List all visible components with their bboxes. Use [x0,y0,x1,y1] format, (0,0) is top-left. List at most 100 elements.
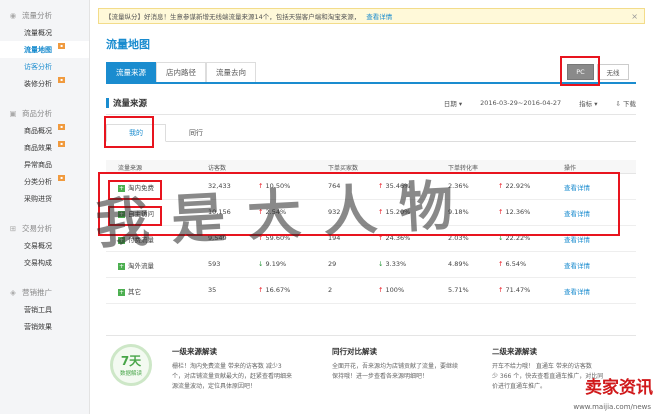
sidebar-item[interactable]: 交易概况 [0,237,89,254]
new-badge-icon: ▪ [58,124,65,130]
sidebar-item[interactable]: 流量地图 ▪ [0,41,89,58]
rate-change: 6.54% [505,260,527,268]
table-row: + 淘外流量 593 ↓ 9.19% 29 ↓ 3.33% 4.89% ↑ 6.54% 查看详情 [106,252,636,278]
sidebar-item[interactable]: 营销效果 [0,318,89,335]
rate-value: 4.89% [448,260,469,268]
insight-secondary-line: 开车不给力哦！ 直通车 带来的访客数 [492,363,592,370]
tab-store-path[interactable]: 店内路径 [156,62,206,82]
sidebar-item-label: 异常商品 [24,160,52,169]
sub-tabs: 我的 同行 [106,124,636,142]
sidebar-group-title: ◉ 流量分析 [0,6,89,24]
new-badge-icon: ▪ [58,141,65,147]
sidebar-group-title: ⊞ 交易分析 [0,219,89,237]
subtab-peers[interactable]: 同行 [166,124,226,142]
cell-buyers: 29 [328,260,336,268]
insight-peer: 同行对比解读 全面开花，吾来源均为店铺贡献了流量，要继续 保持哦！进一步查看各来… [332,346,482,382]
divider [106,114,636,115]
cell-visitors-change: ↑ 16.67% [258,286,290,294]
section-accent-bar [106,98,109,108]
section-title: 流量来源 [113,99,148,109]
cell-source: + 其它 [118,286,141,296]
sidebar-item-label: 访客分析 [24,62,52,71]
buyers-value: 2 [328,286,333,294]
visitors-change: 16.67% [265,286,291,294]
box-icon: ▣ [9,108,17,118]
notice-detail-link[interactable]: 查看详情 [366,11,392,21]
page-title: 流量地图 [106,38,150,51]
sidebar-group-label: 流量分析 [22,10,52,20]
tab-traffic-destination[interactable]: 流量去向 [206,62,256,82]
sidebar-item[interactable]: 流量概况 [0,24,89,41]
arrow-up-icon: ↑ [498,260,504,268]
download-button[interactable]: ⇩ 下载 [615,98,636,108]
expand-icon[interactable]: + [118,262,125,270]
sidebar-item-label: 装修分析 [24,79,52,88]
cell-rate: 4.89% [448,260,469,268]
rate-change: 71.47% [505,286,531,294]
sidebar-item-label: 采购进货 [24,194,52,203]
date-range: 2016-03-29~2016-04-27 [480,99,562,107]
view-detail-link[interactable]: 查看详情 [564,262,590,270]
sidebar-item[interactable]: 分类分析 ▪ [0,173,89,190]
sidebar-item-label: 分类分析 [24,177,52,186]
sidebar-item[interactable]: 访客分析 [0,58,89,75]
cell-visitors-change: ↓ 9.19% [258,260,286,268]
cell-buyers-change: ↑ 100% [378,286,404,294]
buyers-value: 29 [328,260,337,268]
view-detail-link[interactable]: 查看详情 [564,236,590,244]
sidebar-item[interactable]: 装修分析 ▪ [0,75,89,92]
insight-peer-title: 同行对比解读 [332,347,377,356]
cart-icon: ⊞ [9,223,17,233]
wireless-toggle-button[interactable]: 无线 [597,64,629,80]
buyers-change: 100% [385,286,405,294]
sidebar-item[interactable]: 商品概况 ▪ [0,122,89,139]
sidebar-item-label: 商品效果 [24,143,52,152]
new-badge-icon: ▪ [58,77,65,83]
sidebar-item[interactable]: 交易构成 [0,254,89,271]
insight-primary-line: 个，对店铺流量贡献最大的，赶紧查看明细来 [172,373,293,380]
source-name: 其它 [128,288,141,296]
site-logo: 卖家资讯 [585,378,653,398]
metric-label: 指标 [579,100,593,108]
sidebar-item[interactable]: 采购进货 [0,190,89,207]
tab-traffic-source[interactable]: 流量来源 [106,62,156,82]
visitors-value: 35 [208,286,217,294]
table-row: + 其它 35 ↑ 16.67% 2 ↑ 100% 5.71% ↑ 71.47% 查看详情 [106,278,636,304]
download-icon: ⇩ [615,100,621,108]
new-badge-icon: ▪ [58,175,65,181]
insight-peer-line: 保持哦！进一步查看各来源明细吧！ [332,373,429,380]
period-selector[interactable]: 日期 ▾ [444,98,462,108]
header-visitors: 访客数 [208,165,227,172]
sidebar-item-label: 交易构成 [24,258,52,267]
new-badge-icon: ▪ [58,43,65,49]
cell-rate: 5.71% [448,286,469,294]
sidebar-item[interactable]: 营销工具 [0,301,89,318]
rate-value: 5.71% [448,286,469,294]
seven-day-badge: 7天 数据解读 [110,344,152,386]
sidebar-group-title: ◈ 营销推广 [0,283,89,301]
insight-primary-line: 源流量波动，定位具体原因吧！ [172,383,257,390]
sidebar-group-label: 营销推广 [22,287,52,297]
expand-icon[interactable]: + [118,288,125,296]
site-url: www.maijia.com/news [573,403,651,411]
sidebar-item-label: 交易概况 [24,241,52,250]
download-label: 下载 [623,100,636,108]
section-header: 流量来源 日期 ▾ 2016-03-29~2016-04-27 指标 ▾ ⇩ 下… [106,96,636,110]
insight-secondary-title: 二级来源解读 [492,347,537,356]
highlight-box-pc [560,56,600,86]
metric-selector[interactable]: 指标 ▾ [579,98,597,108]
section-controls: 日期 ▾ 2016-03-29~2016-04-27 指标 ▾ ⇩ 下载 [426,98,636,108]
tag-icon: ◈ [10,287,16,297]
close-icon[interactable]: × [631,12,638,21]
cell-action: 查看详情 [564,286,590,296]
sidebar: ◉ 流量分析 流量概况 流量地图 ▪ 访客分析 装修分析 ▪ ▣ 商品分析 商品概况 ▪ 商品效果 ▪ 异常… [0,0,90,414]
sidebar-item[interactable]: 异常商品 [0,156,89,173]
arrow-up-icon: ↑ [498,286,504,294]
header-action: 操作 [564,165,577,172]
source-name: 淘外流量 [128,262,154,270]
period-label: 日期 [443,100,457,108]
sidebar-item[interactable]: 商品效果 ▪ [0,139,89,156]
view-detail-link[interactable]: 查看详情 [564,288,590,296]
